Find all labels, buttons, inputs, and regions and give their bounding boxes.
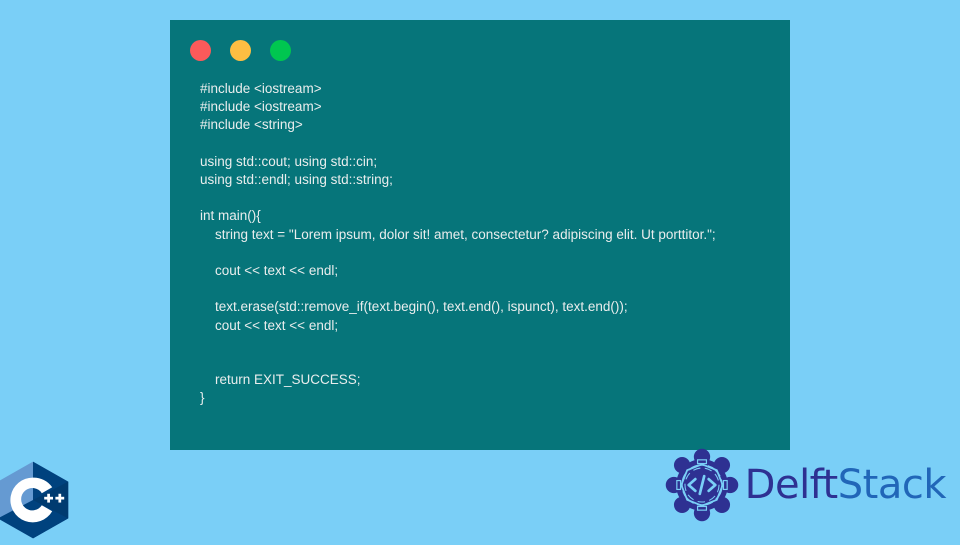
code-line: #include <iostream> (200, 81, 322, 96)
minimize-dot-icon[interactable] (230, 40, 251, 61)
wordmark-stack: Stack (837, 462, 947, 508)
window-controls (190, 40, 291, 61)
maximize-dot-icon[interactable] (270, 40, 291, 61)
delftstack-emblem-icon (665, 448, 738, 522)
code-line: cout << text << endl; (200, 262, 339, 278)
code-line: } (200, 390, 205, 406)
code-line: #include <string> (200, 117, 303, 133)
code-line: using std::endl; using std::string; (200, 172, 393, 187)
code-line: string text = "Lorem ipsum, dolor sit! a… (200, 226, 716, 242)
close-dot-icon[interactable] (190, 40, 211, 61)
wordmark-delft: Delft (744, 462, 839, 508)
delftstack-logo: DelftStack (665, 448, 947, 522)
cpp-logo-icon (0, 461, 69, 539)
code-line: #include <iostream> (200, 99, 322, 115)
code-line: using std::cout; using std::cin; (200, 153, 378, 169)
code-line: return EXIT_SUCCESS; (200, 372, 361, 388)
code-line: int main(){ (200, 208, 261, 224)
cpp-logo (0, 460, 74, 540)
code-line: text.erase(std::remove_if(text.begin(), … (200, 299, 628, 315)
delftstack-wordmark: DelftStack (744, 462, 947, 508)
code-editor-content[interactable]: #include <iostream> #include <iostream> #i… (200, 80, 780, 408)
code-window: #include <iostream> #include <iostream> #i… (170, 20, 790, 450)
code-line: cout << text << endl; (200, 317, 339, 333)
